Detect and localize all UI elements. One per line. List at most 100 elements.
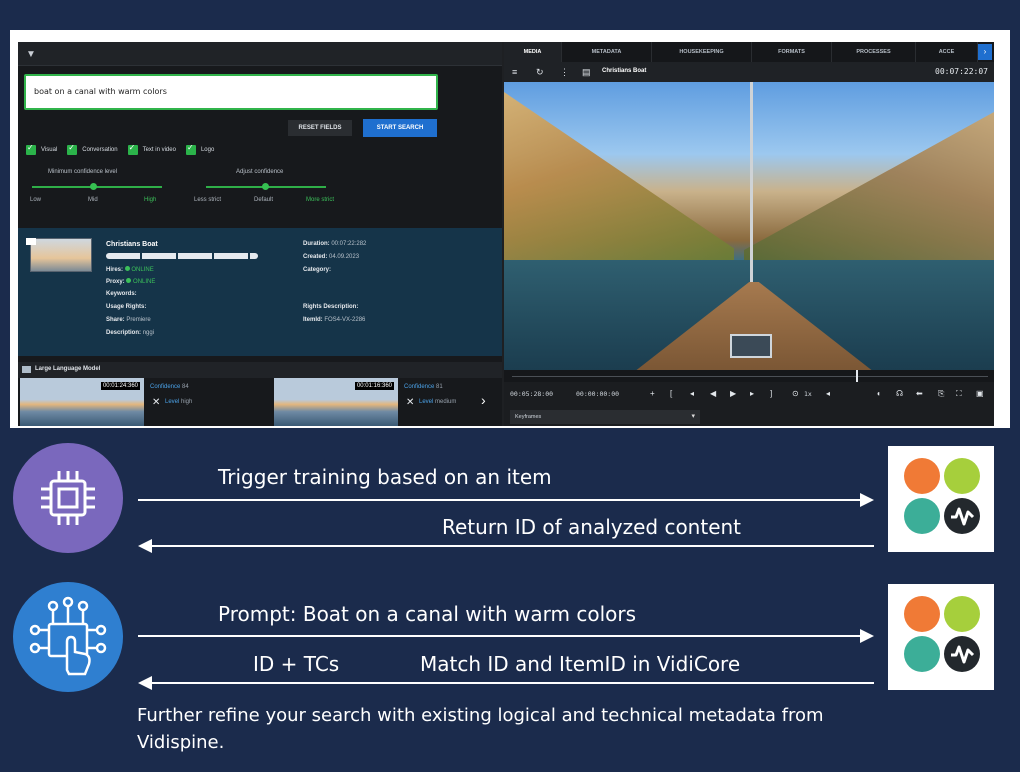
- clip-confidence: Confidence 84: [150, 384, 189, 390]
- checkbox-logo[interactable]: Logo: [185, 143, 215, 155]
- mark-in-icon[interactable]: [: [670, 389, 672, 398]
- ui-screenshot: ▼ boat on a canal with warm colors RESET…: [10, 30, 1010, 428]
- prev-marker-icon[interactable]: ⬅: [916, 389, 923, 398]
- mark-out-icon[interactable]: ]: [770, 389, 772, 398]
- orange-dot: [904, 596, 940, 632]
- keywords-field: Keywords:: [106, 291, 137, 297]
- online-icon: [126, 278, 132, 283]
- export-icon[interactable]: ⎘: [938, 389, 944, 399]
- timeline-scrubber[interactable]: [504, 370, 994, 382]
- timeline-track: [512, 376, 988, 377]
- footer-note: Further refine your search with existing…: [137, 705, 824, 753]
- clip-level: Level medium: [419, 399, 457, 405]
- clip-thumbnail[interactable]: 00:01:16:360: [274, 378, 398, 426]
- add-icon[interactable]: +: [650, 389, 655, 398]
- result-title: Christians Boat: [106, 241, 158, 248]
- adjust-confidence-knob[interactable]: [262, 183, 269, 190]
- checked-icon: [26, 143, 36, 155]
- playback-speed[interactable]: 1x: [804, 390, 812, 398]
- hires-status: Hires: ONLINE: [106, 266, 154, 273]
- clip-level: Level high: [165, 399, 193, 405]
- step-back-icon[interactable]: ◂: [690, 389, 694, 398]
- close-icon[interactable]: ✕: [406, 397, 414, 408]
- min-confidence-slider[interactable]: [32, 186, 162, 188]
- keyframes-select[interactable]: Keyframes ▾: [510, 410, 700, 424]
- prompt-arrow-line: [138, 635, 860, 637]
- search-result-item[interactable]: Christians Boat Hires: ONLINE Proxy: ONL…: [18, 228, 502, 356]
- close-icon[interactable]: ✕: [152, 397, 160, 408]
- menu-icon[interactable]: ≡: [512, 67, 517, 77]
- rewind-icon[interactable]: ◀: [710, 389, 716, 398]
- green-dot: [944, 596, 980, 632]
- search-type-checkboxes: Visual Conversation Text in video Logo: [26, 143, 215, 155]
- checkbox-label: Logo: [200, 147, 215, 153]
- min-confidence-knob[interactable]: [90, 183, 97, 190]
- tick-mid: Mid: [88, 197, 98, 203]
- search-input[interactable]: boat on a canal with warm colors: [24, 74, 438, 110]
- audio-icon[interactable]: ◖: [876, 389, 881, 398]
- checkbox-text-in-video[interactable]: Text in video: [127, 143, 176, 155]
- touch-circuit-icon: [29, 596, 107, 676]
- search-panel: ▼ boat on a canal with warm colors RESET…: [18, 42, 502, 426]
- checkbox-conversation[interactable]: Conversation: [67, 143, 118, 155]
- prompt-text: Prompt: Boat on a canal with warm colors: [218, 602, 637, 626]
- filter-bar: ▼: [18, 42, 502, 66]
- left-cliff: [504, 92, 734, 262]
- tab-formats[interactable]: FORMATS: [752, 42, 832, 62]
- headphones-icon[interactable]: ☊: [896, 389, 903, 398]
- tick-more-strict: More strict: [306, 197, 335, 203]
- teal-dot: [904, 636, 940, 672]
- green-dot: [944, 458, 980, 494]
- start-search-button[interactable]: START SEARCH: [363, 119, 437, 137]
- volume-icon[interactable]: ◂: [826, 389, 830, 398]
- clip-thumbnail[interactable]: 00:01:24:360: [20, 378, 144, 426]
- description-field: Description: nggi: [106, 330, 155, 336]
- slide-frame: ▼ boat on a canal with warm colors RESET…: [0, 0, 1020, 772]
- info-icon[interactable]: ⋮: [560, 67, 569, 78]
- arrow-left-icon: [138, 539, 152, 553]
- player-controls: 00:05:28:00 00:00:00:00 + [ ◂ ◀ ▶ ▸ ] ⊙ …: [504, 382, 994, 408]
- arrow-right-icon: [860, 493, 874, 507]
- checkbox-label: Text in video: [142, 147, 176, 153]
- current-timecode: 00:05:28:00: [510, 390, 554, 398]
- filter-icon[interactable]: ▼: [26, 49, 36, 60]
- tab-metadata[interactable]: METADATA: [562, 42, 652, 62]
- player-toolbar: ≡ ↻ ⋮ ▤ Christians Boat 00:07:22:07: [504, 62, 994, 82]
- boat-hatch: [730, 334, 772, 358]
- return-arrow-line: [152, 545, 874, 547]
- chevron-right-icon[interactable]: ›: [481, 392, 486, 408]
- speed-icon[interactable]: ⊙: [792, 389, 799, 398]
- collapse-icon[interactable]: [22, 366, 31, 373]
- tab-media[interactable]: MEDIA: [504, 42, 562, 62]
- result-tags: [106, 253, 258, 259]
- settings-icon[interactable]: ▣: [976, 389, 984, 398]
- play-icon[interactable]: ▶: [730, 389, 736, 398]
- tab-access[interactable]: ACCE: [916, 42, 978, 62]
- chevron-right-icon[interactable]: ›: [978, 44, 992, 60]
- result-thumbnail[interactable]: [30, 238, 92, 272]
- app-window: ▼ boat on a canal with warm colors RESET…: [18, 42, 994, 426]
- match-id-text: Match ID and ItemID in VidiCore: [420, 652, 741, 676]
- forward-icon[interactable]: ▸: [750, 389, 754, 398]
- tick-low: Low: [30, 197, 42, 203]
- document-icon[interactable]: ▤: [582, 67, 591, 78]
- tab-housekeeping[interactable]: HOUSEKEEPING: [652, 42, 752, 62]
- right-cliff: [744, 112, 994, 262]
- partner-logo: [888, 446, 994, 552]
- video-frame[interactable]: [504, 82, 994, 370]
- llm-section-header[interactable]: Large Language Model: [18, 362, 502, 378]
- orange-dot: [904, 458, 940, 494]
- player-title: Christians Boat: [602, 68, 647, 74]
- tab-processes[interactable]: PROCESSES: [832, 42, 916, 62]
- reset-fields-button[interactable]: RESET FIELDS: [288, 120, 352, 136]
- fullscreen-icon[interactable]: ⛶: [956, 389, 962, 399]
- in-point-timecode[interactable]: 00:00:00:00: [576, 390, 619, 398]
- clip-timecode: 00:01:16:360: [354, 382, 394, 390]
- match-arrow-line: [152, 682, 874, 684]
- tick-default: Default: [254, 197, 274, 203]
- playhead[interactable]: [856, 370, 858, 382]
- refresh-icon[interactable]: ↻: [536, 67, 544, 78]
- checkbox-visual[interactable]: Visual: [26, 143, 57, 155]
- video-badge-icon: [26, 238, 36, 245]
- return-id-text: Return ID of analyzed content: [442, 515, 742, 539]
